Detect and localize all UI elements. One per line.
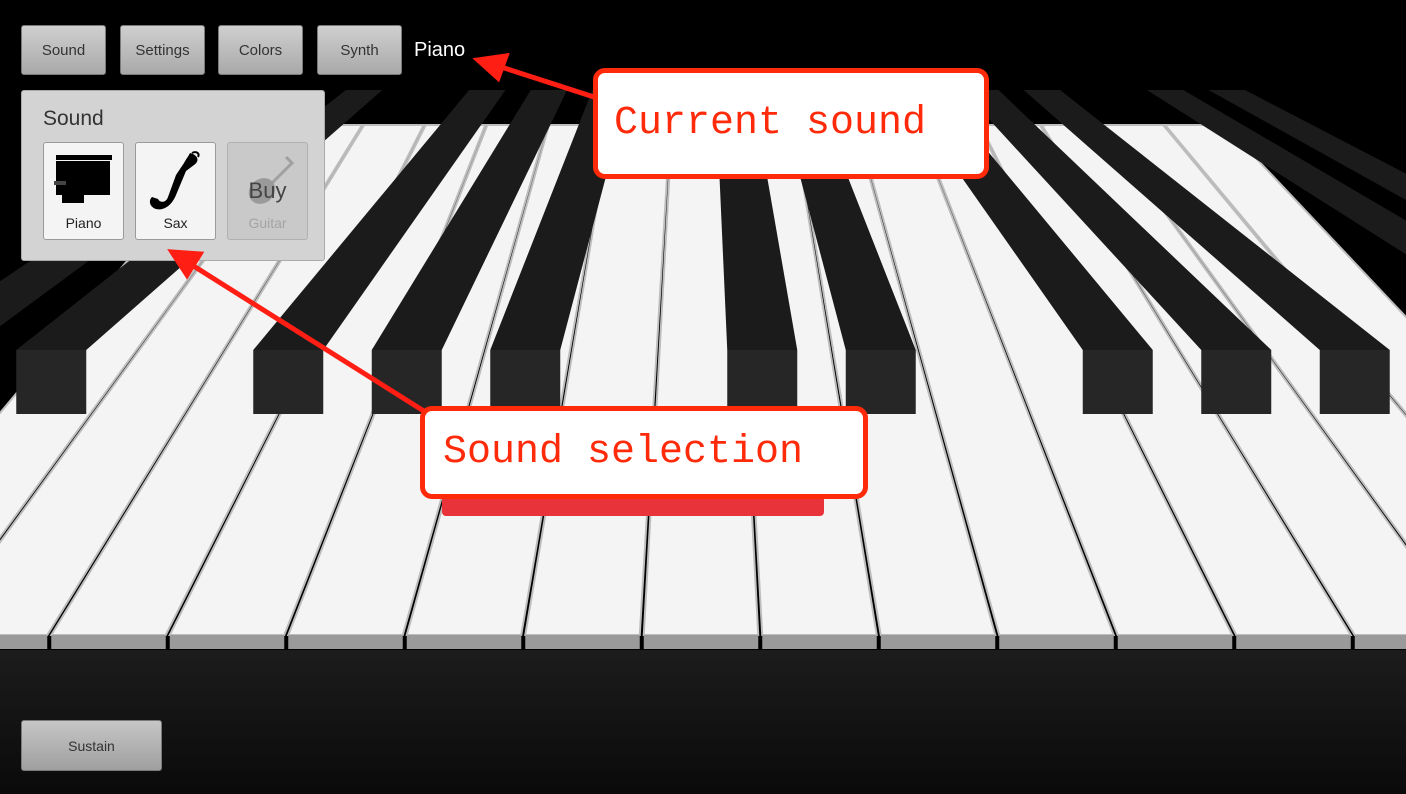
- black-key-front: [490, 350, 561, 414]
- black-key-front: [1319, 350, 1390, 414]
- black-key-front: [1082, 350, 1153, 414]
- current-sound-callout: Current sound: [593, 68, 989, 179]
- white-key-front: [1236, 635, 1351, 649]
- white-key-front: [762, 635, 877, 649]
- sound-selection-callout: Sound selection: [420, 406, 868, 499]
- piano-sound-button[interactable]: Piano: [43, 142, 124, 240]
- black-key-front: [253, 350, 324, 414]
- white-key-front: [525, 635, 640, 649]
- current-sound-label: Piano: [414, 39, 466, 61]
- black-key-front: [1201, 350, 1272, 414]
- piano-sound-label: Piano: [65, 215, 102, 231]
- settings-menu-button[interactable]: Settings: [120, 25, 205, 75]
- guitar-sound-button[interactable]: Buy Guitar: [227, 142, 308, 240]
- white-key-front: [406, 635, 522, 649]
- highlighted-key: [442, 496, 824, 516]
- white-key-front: [0, 635, 48, 649]
- saxophone-icon: [149, 151, 199, 210]
- synth-menu-button[interactable]: Synth: [317, 25, 402, 75]
- white-key-front: [643, 635, 759, 649]
- black-key-front: [845, 350, 916, 414]
- sustain-button[interactable]: Sustain: [21, 720, 162, 771]
- white-key-front: [1354, 635, 1406, 649]
- white-key-front: [288, 635, 403, 649]
- white-key-front: [51, 635, 166, 649]
- sax-sound-button[interactable]: Sax: [135, 142, 216, 240]
- colors-menu-button[interactable]: Colors: [218, 25, 303, 75]
- black-key-front: [16, 350, 87, 414]
- piano-icon: [53, 155, 112, 203]
- black-key-front: [371, 350, 442, 414]
- guitar-sound-label: Guitar: [248, 215, 287, 231]
- white-key-front: [880, 635, 996, 649]
- sound-selection-panel: Sound Piano Sax Buy Guitar: [21, 90, 325, 261]
- white-key-front: [999, 635, 1114, 649]
- sound-menu-button[interactable]: Sound: [21, 25, 106, 75]
- piano-app: Sound Settings Colors Synth Piano Sound …: [0, 0, 1406, 794]
- sound-panel-title: Sound: [43, 107, 104, 130]
- sax-sound-label: Sax: [163, 215, 188, 231]
- white-key-front: [169, 635, 285, 649]
- white-key-front: [1117, 635, 1233, 649]
- black-key-front: [727, 350, 798, 414]
- buy-badge: Buy: [248, 178, 287, 203]
